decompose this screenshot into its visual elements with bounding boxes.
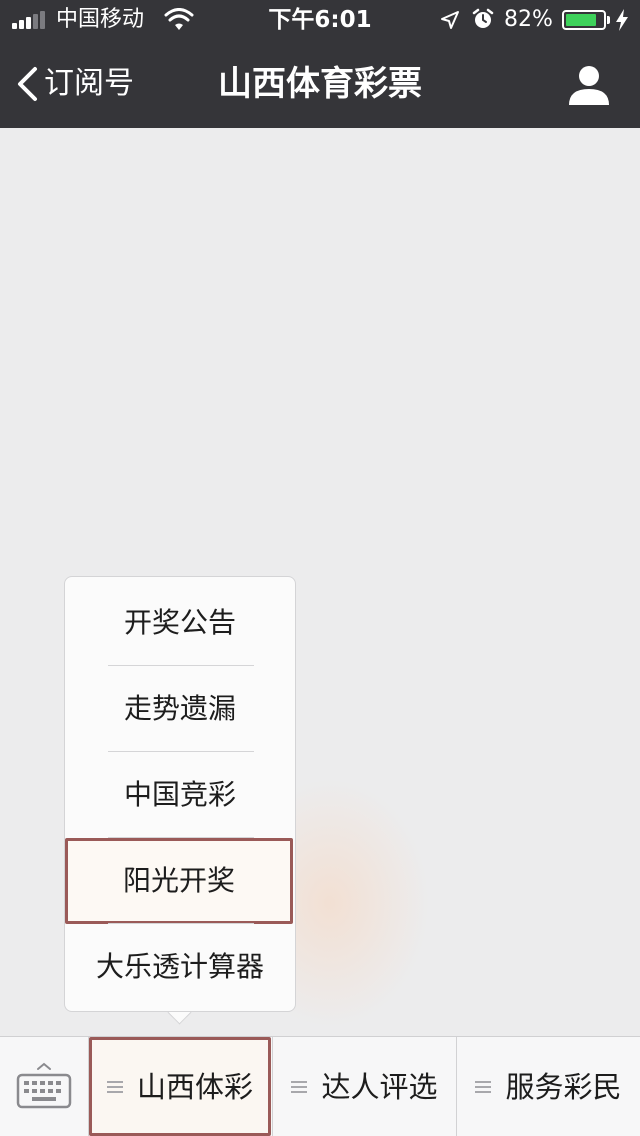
menu-item-sunshine-draw[interactable]: 阳光开奖 (65, 838, 293, 924)
battery-fill (566, 14, 596, 26)
back-button[interactable]: 订阅号 (16, 62, 134, 106)
menu-lines-icon (291, 1080, 308, 1093)
submenu-popup: 开奖公告 走势遗漏 中国竞彩 阳光开奖 大乐透计算器 (64, 576, 296, 1012)
battery-icon (562, 10, 606, 30)
back-label: 订阅号 (44, 66, 134, 101)
menu-item-china-sports-lottery[interactable]: 中国竞彩 (65, 752, 295, 838)
page-title: 山西体育彩票 (218, 64, 422, 104)
menu-item-trend-missing[interactable]: 走势遗漏 (65, 666, 295, 752)
location-arrow-icon (441, 11, 459, 29)
menu-item-draw-announcement[interactable]: 开奖公告 (65, 580, 295, 666)
status-bar: 中国移动 下午6:01 82% (0, 0, 640, 40)
tab-label: 达人评选 (321, 1069, 438, 1104)
tab-label: 山西体彩 (136, 1069, 253, 1104)
tab-expert-selection[interactable]: 达人评选 (273, 1037, 456, 1136)
keyboard-icon[interactable] (14, 1061, 74, 1111)
tab-service-players[interactable]: 服务彩民 (457, 1037, 640, 1136)
menu-item-lotto-calculator[interactable]: 大乐透计算器 (65, 924, 295, 1010)
navigation-bar: 订阅号 山西体育彩票 (0, 40, 640, 128)
menu-lines-icon (106, 1080, 123, 1093)
alarm-clock-icon (472, 8, 494, 28)
tab-label: 服务彩民 (505, 1069, 622, 1104)
menu-lines-icon (475, 1080, 492, 1093)
person-icon[interactable] (566, 64, 612, 106)
bottom-menu-bar: 山西体彩 达人评选 服务彩民 (0, 1036, 640, 1136)
chevron-left-icon (18, 67, 37, 101)
tab-shanxi-sports-lottery[interactable]: 山西体彩 (89, 1037, 271, 1136)
battery-percent: 82% (504, 7, 553, 32)
battery-tip (607, 16, 610, 24)
charging-bolt-icon (616, 9, 628, 31)
